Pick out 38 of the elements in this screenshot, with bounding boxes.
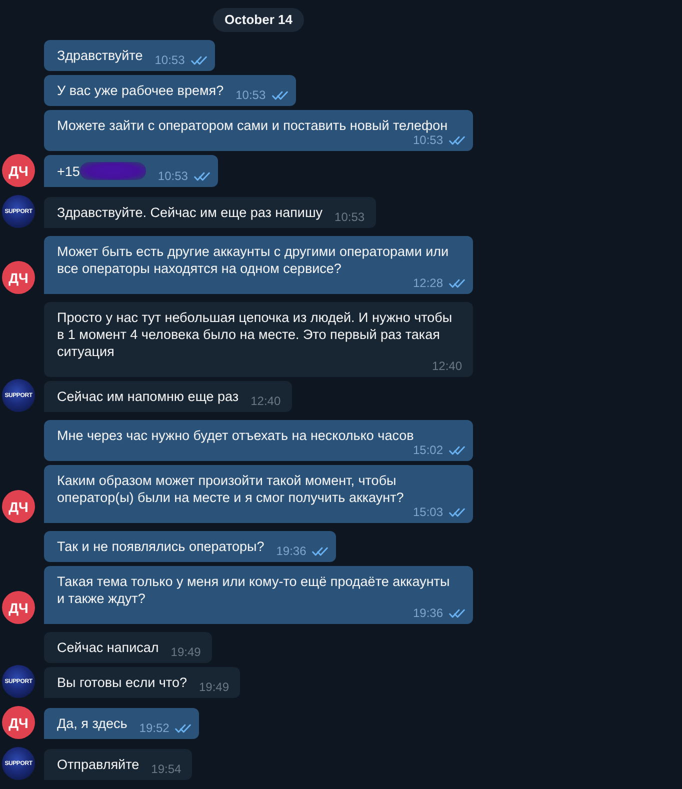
avatar[interactable]: ДЧ bbox=[2, 706, 35, 739]
message-time: 10:53 bbox=[154, 54, 185, 67]
message-time: 19:49 bbox=[170, 646, 201, 659]
message-text: Да, я здесь bbox=[57, 715, 128, 732]
message-time: 19:36 bbox=[276, 545, 306, 558]
message-time: 15:02 bbox=[412, 444, 443, 457]
message-time: 12:40 bbox=[250, 395, 281, 408]
avatar[interactable]: ДЧ bbox=[2, 591, 35, 624]
message-text: Вы готовы если что? bbox=[57, 674, 187, 691]
message-text: Можете зайти с оператором сами и поставить новый телефон bbox=[57, 117, 448, 134]
message-text: Здравствуйте. Сейчас им еще раз напишу bbox=[57, 204, 323, 221]
message-time: 19:52 bbox=[139, 722, 170, 735]
message-text: Каким образом может произойти такой момент, чтобы оператор(ы) были на месте и я смог получить аккаунт? bbox=[57, 472, 405, 506]
message-text: У вас уже рабочее время? bbox=[57, 82, 224, 99]
message-time: 12:40 bbox=[432, 360, 462, 373]
message-text: Отправляйте bbox=[57, 756, 140, 773]
avatar[interactable]: ДЧ bbox=[2, 261, 35, 294]
message-text: Такая тема только у меня или кому-то ещё продаёте аккаунты и также ждут? bbox=[57, 573, 451, 607]
message-text: Мне через час нужно будет отъехать на несколько часов bbox=[57, 427, 414, 444]
message-text: Может быть есть другие аккаунты с другими операторами или все операторы находятся на одном сервисе? bbox=[57, 243, 450, 277]
message-text: Просто у нас тут небольшая цепочка из людей. И нужно чтобы в 1 момент 4 человека было на месте. Это первый раз такая ситуация bbox=[57, 309, 454, 360]
avatar[interactable]: ДЧ bbox=[2, 490, 35, 523]
message-time: 19:49 bbox=[198, 681, 230, 694]
message-text: Так и не появлялись операторы? bbox=[57, 538, 264, 555]
message-text: Сейчас написал bbox=[57, 639, 159, 656]
message-time: 10:53 bbox=[412, 134, 443, 147]
avatar[interactable]: ДЧ bbox=[2, 154, 35, 187]
message-time: 19:36 bbox=[412, 607, 443, 620]
message-time: 10:53 bbox=[236, 89, 266, 102]
message-text: Сейчас им напомню еще раз bbox=[57, 388, 239, 405]
message-time: 19:54 bbox=[151, 763, 182, 776]
message-time: 12:28 bbox=[412, 277, 443, 290]
message-time: 10:53 bbox=[158, 170, 188, 183]
date-badge: October 14 bbox=[212, 8, 304, 32]
message-time: 15:03 bbox=[412, 506, 443, 519]
message-time: 10:53 bbox=[334, 211, 365, 224]
message-text: +15 bbox=[57, 163, 80, 180]
message-text: Здравствуйте bbox=[57, 47, 143, 64]
